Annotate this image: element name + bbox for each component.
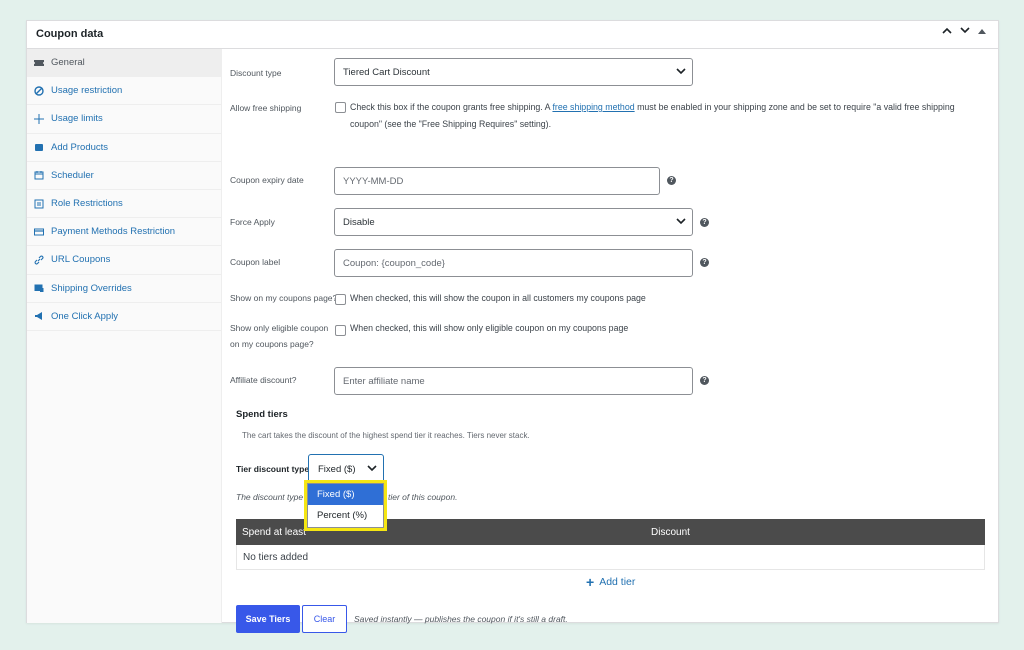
- free-shipping-description: Check this box if the coupon grants free…: [350, 99, 986, 133]
- free-shipping-label: Allow free shipping: [230, 103, 302, 113]
- panel-header: Coupon data: [27, 21, 998, 49]
- coupon-label-label: Coupon label: [230, 257, 281, 267]
- prohibited-icon: [34, 86, 44, 96]
- help-icon: ?: [667, 176, 676, 185]
- sidebar-item-url-coupons[interactable]: URL Coupons: [27, 246, 221, 275]
- show-eligible-label-line2: on my coupons page?: [230, 339, 314, 349]
- ticket-icon: [34, 58, 44, 68]
- show-eligible-checkbox[interactable]: [335, 325, 346, 336]
- sidebar-item-usage-restriction[interactable]: Usage restriction: [27, 77, 221, 106]
- help-icon: ?: [700, 376, 709, 385]
- panel-title: Coupon data: [36, 28, 104, 40]
- role-icon: [34, 199, 44, 209]
- sidebar-item-label: Scheduler: [51, 169, 94, 181]
- sidebar-item-label: Add Products: [51, 141, 109, 153]
- free-shipping-checkbox[interactable]: [335, 102, 346, 113]
- sidebar-item-label: Role Restrictions: [51, 198, 123, 210]
- sidebar-item-label: Usage limits: [51, 113, 103, 125]
- tier-discount-type-select[interactable]: Fixed ($): [308, 454, 384, 484]
- sidebar-item-label: Payment Methods Restriction: [51, 226, 176, 238]
- cart-icon: [34, 142, 44, 152]
- tier-type-note-start: The discount type: [236, 492, 304, 502]
- add-tier-button[interactable]: + Add tier: [586, 575, 635, 589]
- sidebar-item-role-restrictions[interactable]: Role Restrictions: [27, 190, 221, 219]
- sidebar-item-label: One Click Apply: [51, 310, 119, 322]
- sidebar-item-payment-methods[interactable]: Payment Methods Restriction: [27, 218, 221, 247]
- expiry-date-label: Coupon expiry date: [230, 175, 304, 185]
- chevron-down-icon: [676, 68, 686, 75]
- calendar-icon: [34, 170, 44, 180]
- show-eligible-label: Show only eligible coupon on my coupons …: [230, 320, 328, 352]
- coupon-tabs-sidebar: General Usage restriction Usage limits A…: [27, 49, 222, 623]
- option-fixed[interactable]: Fixed ($): [308, 484, 383, 505]
- discount-type-label: Discount type: [230, 68, 282, 78]
- discount-type-select[interactable]: Tiered Cart Discount: [334, 58, 693, 86]
- affiliate-label: Affiliate discount?: [230, 375, 297, 385]
- chevron-down-icon: [676, 218, 686, 225]
- sidebar-item-one-click-apply[interactable]: One Click Apply: [27, 303, 221, 331]
- coupon-data-panel: Coupon data General Usage restriction Us…: [26, 20, 999, 633]
- help-icon: ?: [700, 218, 709, 227]
- show-eligible-label-line1: Show only eligible coupon: [230, 323, 329, 333]
- tier-discount-type-label: Tier discount type: [236, 464, 310, 474]
- force-apply-select[interactable]: Disable: [334, 208, 693, 236]
- credit-card-icon: [34, 227, 44, 237]
- chevron-up-icon[interactable]: [942, 27, 956, 34]
- discount-type-value: Tiered Cart Discount: [343, 66, 430, 78]
- tier-discount-type-value: Fixed ($): [318, 463, 356, 475]
- add-tier-label: Add tier: [599, 576, 636, 588]
- spend-tiers-title: Spend tiers: [236, 409, 288, 420]
- tier-type-note-end: tier of this coupon.: [388, 492, 458, 502]
- show-eligible-description: When checked, this will show only eligib…: [350, 323, 629, 333]
- show-my-coupons-checkbox[interactable]: [335, 294, 346, 305]
- tiers-empty-row: No tiers added: [236, 545, 985, 570]
- free-shipping-text: Check this box if the coupon grants free…: [350, 102, 553, 112]
- option-percent[interactable]: Percent (%): [308, 505, 383, 526]
- help-icon: ?: [700, 258, 709, 267]
- megaphone-icon: [34, 311, 44, 321]
- link-icon: [34, 255, 44, 265]
- free-shipping-method-link[interactable]: free shipping method: [552, 102, 634, 112]
- save-tiers-button[interactable]: Save Tiers: [236, 605, 300, 633]
- plus-icon: [34, 113, 44, 124]
- sidebar-item-label: Shipping Overrides: [51, 282, 132, 294]
- sidebar-item-general[interactable]: General: [27, 49, 221, 78]
- plus-icon: +: [586, 574, 595, 590]
- column-spend-at-least: Spend at least: [242, 526, 306, 538]
- force-apply-label: Force Apply: [230, 217, 275, 227]
- show-my-coupons-label: Show on my coupons page?: [230, 293, 338, 303]
- expiry-date-input[interactable]: YYYY-MM-DD: [334, 167, 660, 195]
- tier-type-dropdown-list: Fixed ($) Percent (%): [304, 480, 387, 531]
- chevron-down-icon: [367, 465, 377, 472]
- save-note: Saved instantly — publishes the coupon i…: [354, 614, 568, 624]
- coupon-label-input[interactable]: Coupon: {coupon_code}: [334, 249, 693, 277]
- affiliate-input[interactable]: Enter affiliate name: [334, 367, 693, 395]
- sidebar-item-label: Usage restriction: [51, 85, 123, 97]
- sidebar-item-add-products[interactable]: Add Products: [27, 134, 221, 162]
- shipping-icon: [34, 283, 44, 293]
- sidebar-item-scheduler[interactable]: Scheduler: [27, 162, 221, 190]
- sidebar-item-shipping-overrides[interactable]: Shipping Overrides: [27, 275, 221, 303]
- clear-button[interactable]: Clear: [302, 605, 347, 633]
- sidebar-item-usage-limits[interactable]: Usage limits: [27, 105, 221, 134]
- sidebar-item-label: URL Coupons: [51, 254, 111, 266]
- collapse-triangle-icon[interactable]: [978, 28, 992, 34]
- column-discount: Discount: [651, 526, 690, 538]
- force-apply-value: Disable: [343, 216, 375, 228]
- sidebar-item-label: General: [51, 57, 85, 69]
- spend-tiers-subtitle: The cart takes the discount of the highe…: [242, 431, 530, 440]
- show-my-coupons-description: When checked, this will show the coupon …: [350, 293, 646, 303]
- chevron-down-icon[interactable]: [960, 27, 974, 34]
- general-tab-content: Discount type Tiered Cart Discount Allow…: [222, 49, 998, 633]
